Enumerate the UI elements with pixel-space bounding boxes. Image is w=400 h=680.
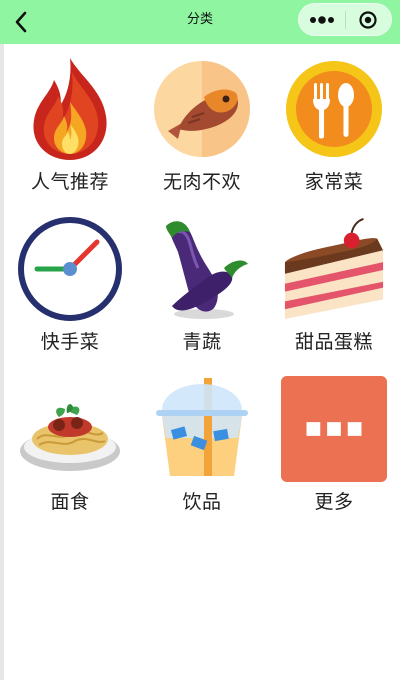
drink-cup-icon [156, 378, 248, 476]
cake-slice-icon [284, 218, 384, 320]
mini-program-capsule [298, 3, 392, 36]
category-label: 甜品蛋糕 [294, 331, 373, 353]
category-vegetables[interactable]: 青蔬 [136, 204, 268, 364]
close-button[interactable] [345, 4, 391, 35]
category-meat[interactable]: 无肉不欢 [136, 44, 268, 204]
fish-icon [154, 61, 250, 157]
category-popular[interactable]: 人气推荐 [4, 44, 136, 204]
flame-icon [33, 58, 107, 160]
category-label: 快手菜 [40, 331, 100, 353]
more-dots-icon [309, 15, 334, 24]
navigation-bar: 分类 [0, 0, 400, 44]
category-drinks[interactable]: 饮品 [136, 364, 268, 524]
category-label: 青蔬 [182, 331, 222, 353]
category-desserts[interactable]: 甜品蛋糕 [268, 204, 400, 364]
category-label: 面食 [50, 491, 90, 513]
category-label: 人气推荐 [30, 171, 109, 193]
more-button[interactable] [299, 4, 345, 35]
clock-icon [18, 217, 122, 321]
spaghetti-icon [20, 404, 120, 471]
category-label: 更多 [314, 491, 354, 513]
category-homestyle[interactable]: 家常菜 [268, 44, 400, 204]
category-label: 无肉不欢 [162, 171, 241, 193]
category-label: 家常菜 [304, 171, 364, 193]
eggplant-icon [166, 221, 248, 319]
more-tile-icon [281, 376, 387, 482]
fork-spoon-icon [286, 61, 382, 157]
category-more[interactable]: 更多 [268, 364, 400, 524]
category-noodles[interactable]: 面食 [4, 364, 136, 524]
target-circle-icon [359, 10, 377, 29]
category-quick[interactable]: 快手菜 [4, 204, 136, 364]
category-label: 饮品 [182, 491, 222, 513]
